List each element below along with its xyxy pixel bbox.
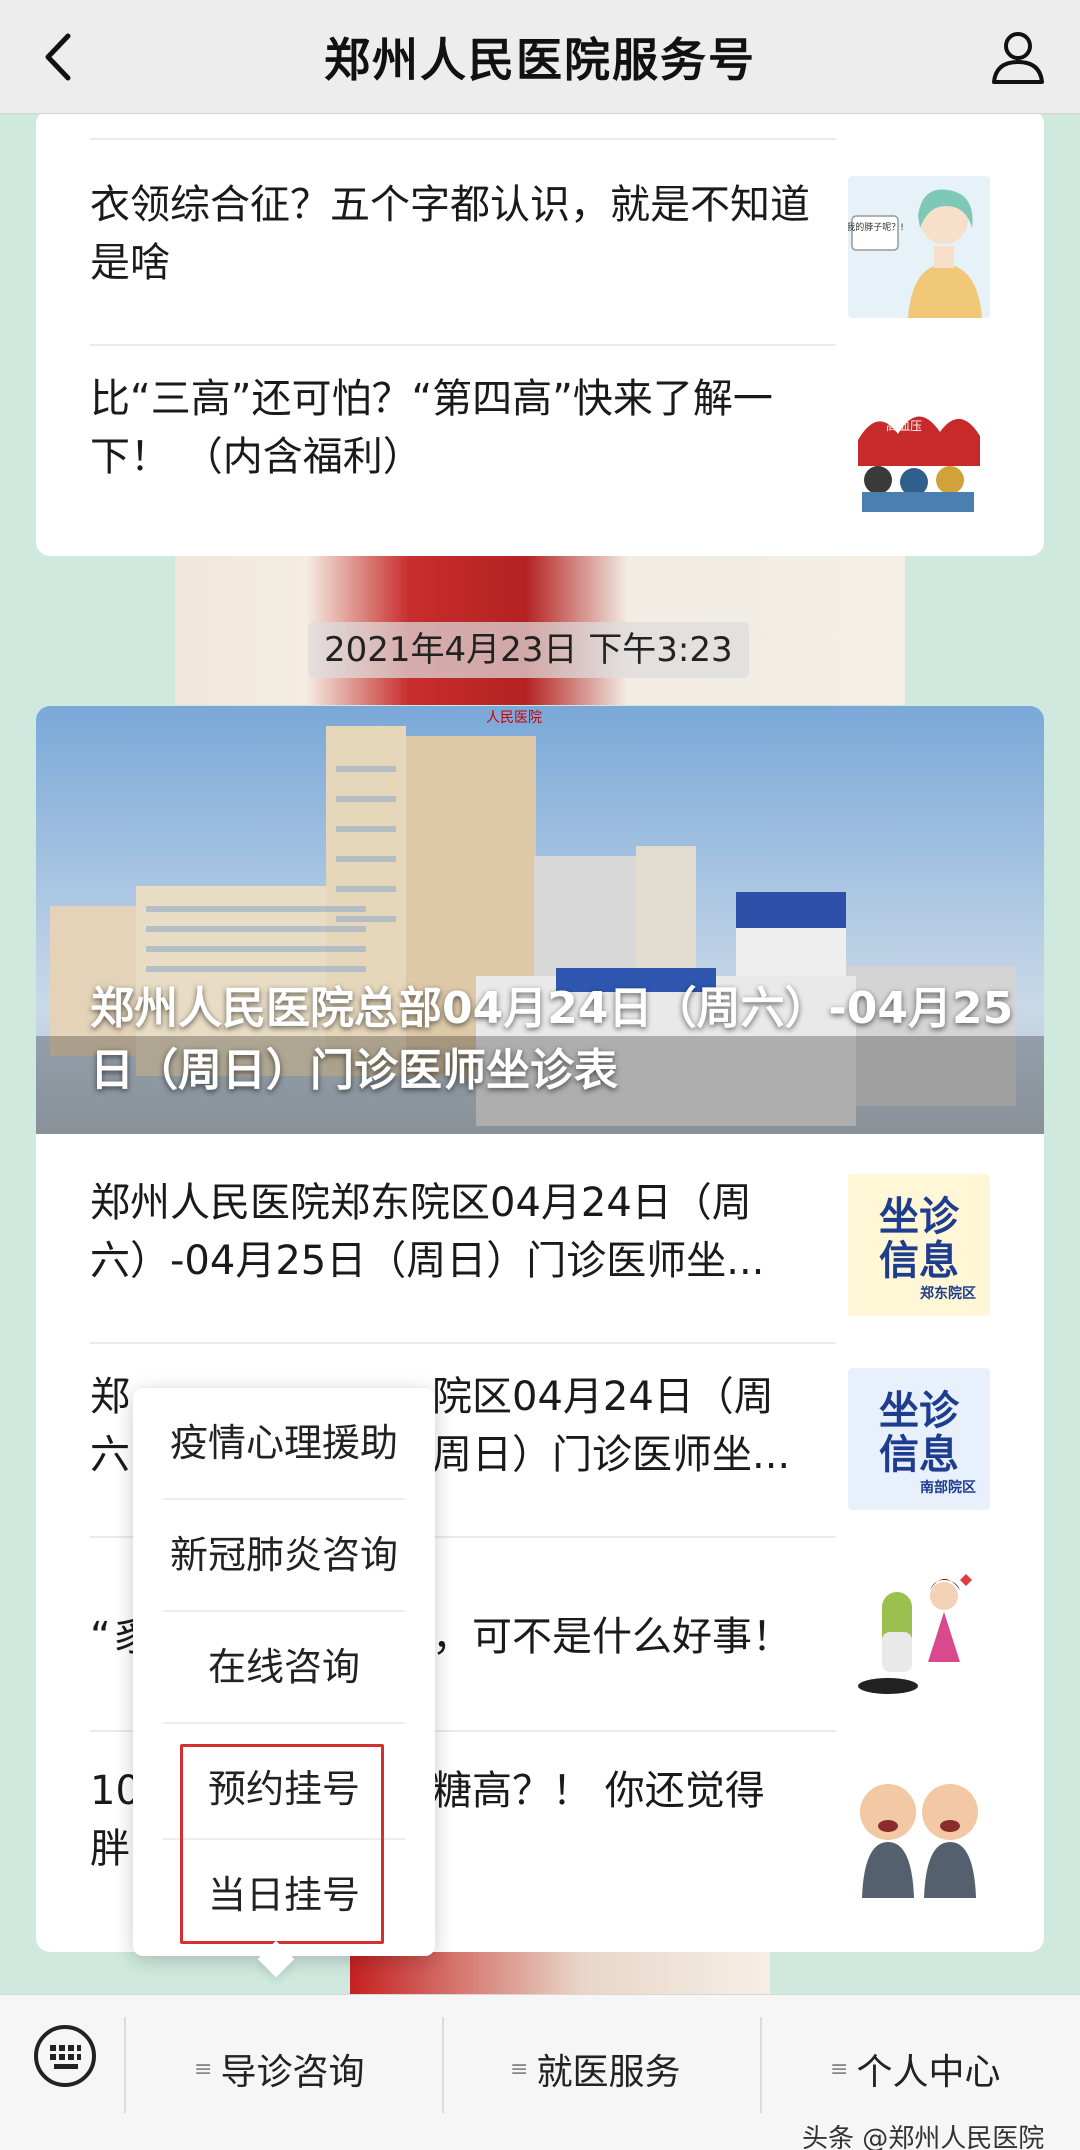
menu-divider	[163, 1722, 405, 1724]
title-fragment: 糖高？！ 你还觉得	[432, 1768, 765, 1814]
article-thumbnail: 坐诊 信息 南部院区	[848, 1368, 990, 1510]
article-title: 比“三高”还可怕？“第四高”快来了解一下！ （内含福利）	[90, 376, 773, 480]
menu-item-psych-aid[interactable]: 疫情心理援助	[133, 1388, 435, 1498]
hero-caption: 郑州人民医院总部04月24日（周六）-04月25日（周日）门诊医师坐诊表	[90, 983, 1014, 1096]
divider	[90, 1342, 836, 1344]
thumbnail-line2: 信息	[879, 1238, 959, 1284]
article-title: 郑州人民医院郑东院区04月24日（周六）-04月25日（周日）门诊医师坐...	[90, 1180, 765, 1284]
article-thumbnail	[848, 1562, 990, 1704]
title-fragment: 郑	[90, 1374, 130, 1420]
article-thumbnail	[848, 1756, 990, 1898]
menu-personal-center[interactable]: ≡ 个人中心	[830, 2039, 1000, 2099]
menu-item-online-consult[interactable]: 在线咨询	[133, 1612, 435, 1722]
highlight-box	[180, 1744, 384, 1944]
submenu-popup: 疫情心理援助 新冠肺炎咨询 在线咨询 预约挂号 当日挂号	[133, 1388, 435, 1978]
hero-article[interactable]: 人民医院 郑州人民医院总部04月24日（周六）-04月25日（周日）门诊医师坐诊…	[36, 706, 1044, 1134]
menu-item-covid-consult[interactable]: 新冠肺炎咨询	[133, 1500, 435, 1610]
source-watermark: 头条 @郑州人民医院	[802, 2124, 1045, 2150]
menu-guide-consult[interactable]: ≡ 导诊咨询	[194, 2039, 364, 2099]
menu-lines-icon: ≡	[194, 2056, 213, 2082]
title-fragment: 六	[90, 1432, 130, 1478]
menu-separator	[442, 2017, 444, 2113]
page-title: 郑州人民医院服务号	[324, 32, 756, 87]
article-thumbnail: 我的脖子呢？!	[848, 176, 990, 318]
top-bar: 郑州人民医院服务号	[0, 0, 1080, 114]
article-item[interactable]: 衣领综合征？五个字都认识，就是不知道是啥 我的脖子呢？!	[90, 176, 990, 326]
divider	[90, 138, 836, 140]
menu-label: 导诊咨询	[220, 2052, 365, 2093]
menu-lines-icon: ≡	[830, 2056, 849, 2082]
keyboard-icon[interactable]	[34, 2025, 96, 2087]
article-thumbnail: 高血压	[848, 370, 990, 512]
title-fragment: 院区04月24日（周	[432, 1374, 774, 1420]
hospital-sign: 人民医院	[486, 710, 542, 726]
article-item[interactable]: 比“三高”还可怕？“第四高”快来了解一下！ （内含福利） 高血压	[90, 370, 990, 520]
thumbnail-line1: 坐诊	[879, 1388, 960, 1434]
menu-separator	[124, 2017, 126, 2113]
thumbnail-line2: 信息	[879, 1432, 959, 1478]
article-card-previous: 衣领综合征？五个字都认识，就是不知道是啥 我的脖子呢？! 比“三高”还可怕？“第…	[36, 110, 1044, 556]
menu-label: 就医服务	[536, 2052, 681, 2093]
title-fragment: 周日）门诊医师坐...	[432, 1432, 791, 1478]
article-thumbnail: 坐诊 信息 郑东院区	[848, 1174, 990, 1316]
article-title: 衣领综合征？五个字都认识，就是不知道是啥	[90, 182, 810, 286]
user-profile-icon[interactable]	[988, 26, 1048, 86]
thumbnail-label: 高血压	[886, 418, 922, 433]
menu-lines-icon: ≡	[510, 2056, 529, 2082]
thumbnail-tag: 郑东院区	[920, 1285, 976, 1302]
divider	[90, 344, 836, 346]
message-timestamp: 2021年4月23日 下午3:23	[308, 622, 749, 678]
thumbnail-line1: 坐诊	[879, 1194, 960, 1240]
menu-label: 个人中心	[856, 2052, 1001, 2093]
article-item[interactable]: 郑州人民医院郑东院区04月24日（周六）-04月25日（周日）门诊医师坐... …	[90, 1174, 990, 1324]
title-fragment: 胖	[90, 1826, 130, 1872]
background-illustration-bottom	[350, 1950, 770, 1994]
back-arrow-icon[interactable]	[34, 30, 88, 84]
menu-medical-service[interactable]: ≡ 就医服务	[510, 2039, 680, 2099]
thumbnail-tag: 南部院区	[920, 1479, 976, 1496]
thumbnail-bubble-text: 我的脖子呢？!	[848, 221, 904, 233]
menu-separator	[760, 2017, 762, 2113]
title-fragment: ，可不是什么好事！	[432, 1614, 792, 1660]
